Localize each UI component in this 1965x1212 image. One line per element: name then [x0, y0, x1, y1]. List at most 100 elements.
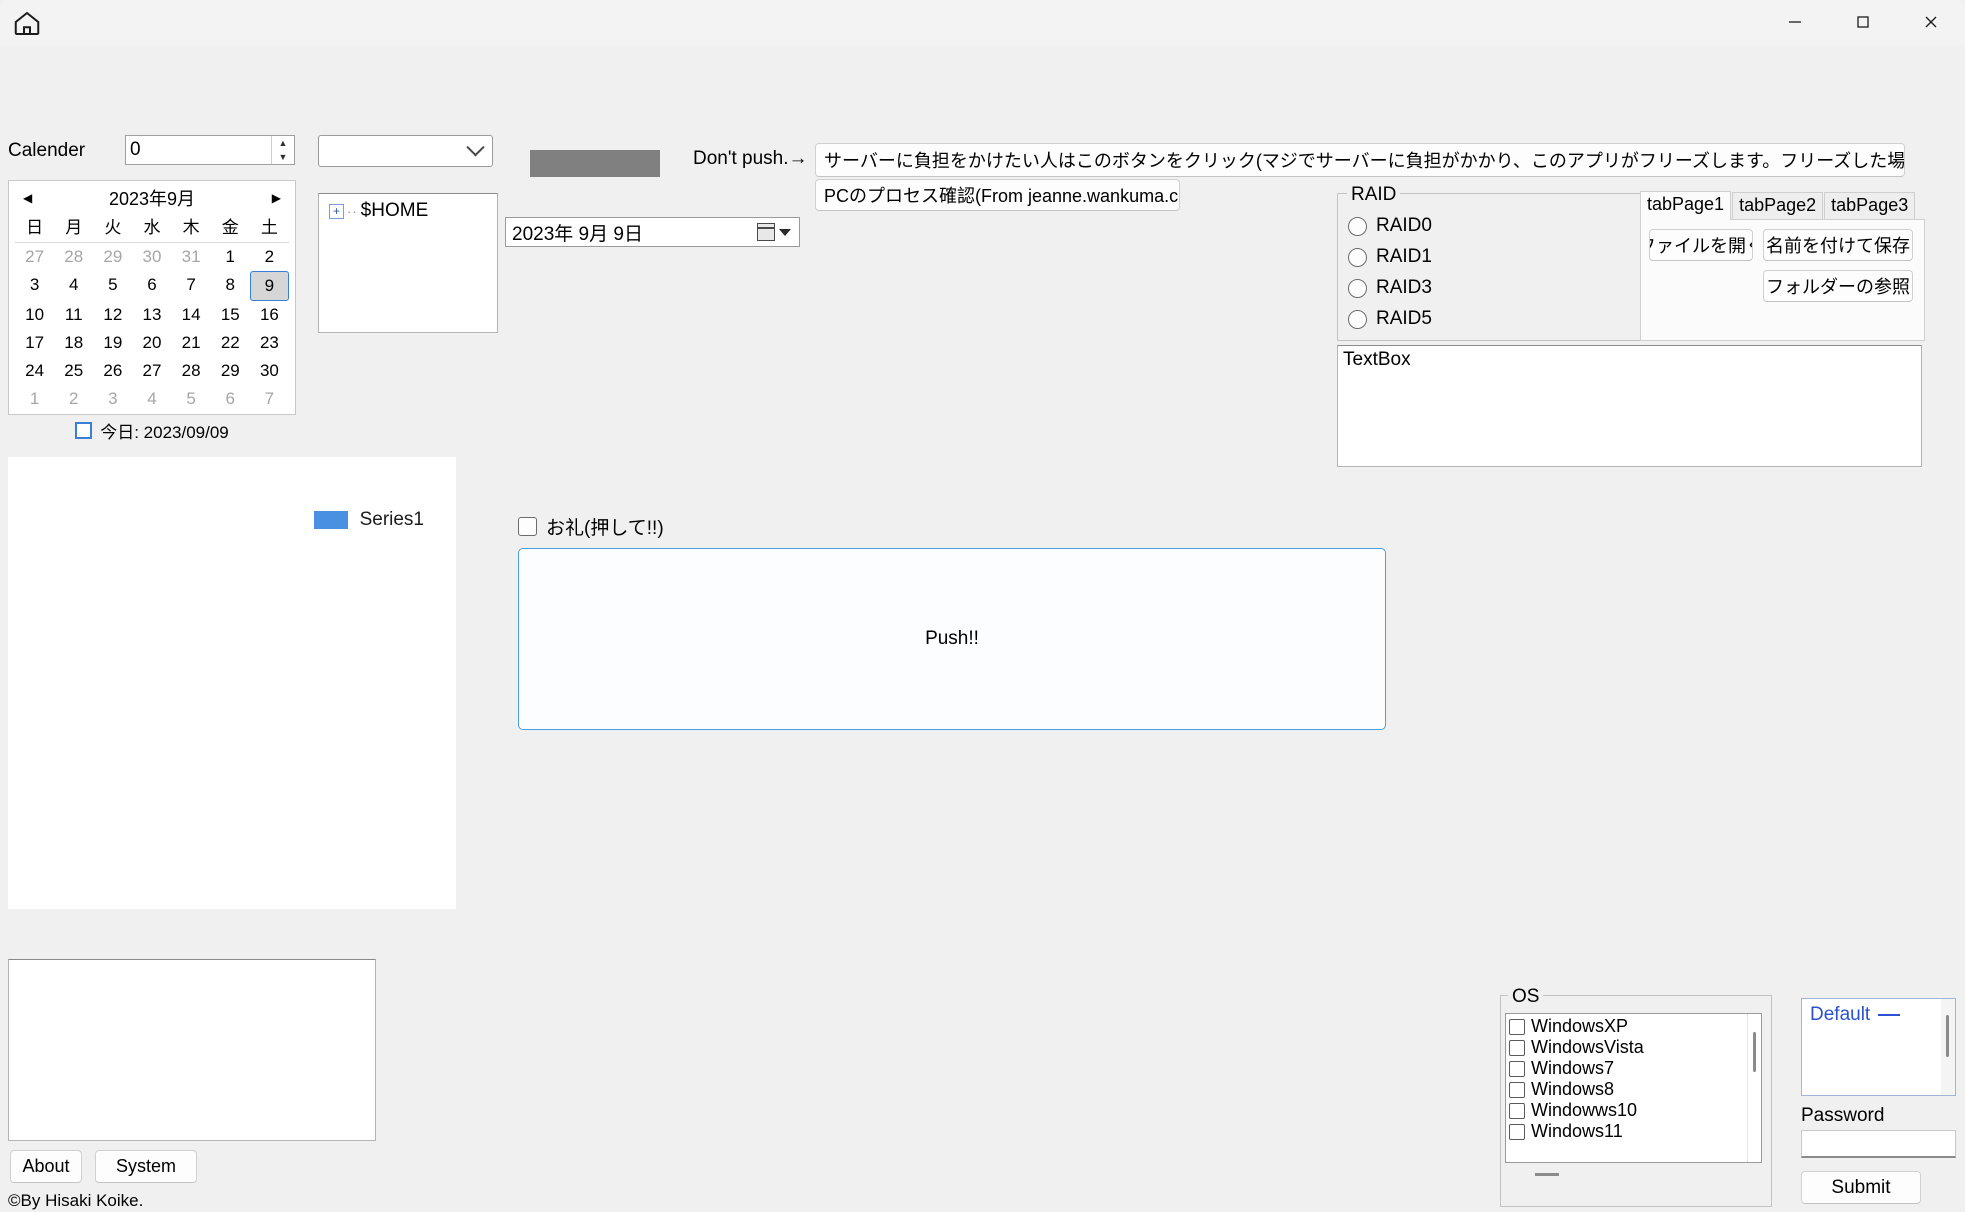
checkbox-icon[interactable]	[1509, 1039, 1525, 1056]
numeric-updown-spinner[interactable]: ▲ ▼	[271, 136, 294, 164]
calendar-day[interactable]: 27	[15, 243, 54, 271]
calendar-day[interactable]: 4	[54, 271, 93, 301]
calendar-day[interactable]: 1	[211, 243, 250, 271]
about-button[interactable]: About	[10, 1150, 82, 1183]
open-file-button[interactable]: ファイルを開く	[1649, 229, 1753, 261]
calendar-day[interactable]: 19	[93, 329, 132, 357]
treeview-node-home[interactable]: + ·· $HOME	[319, 194, 497, 222]
calendar-day[interactable]: 3	[93, 385, 132, 413]
calendar-day[interactable]: 24	[15, 357, 54, 385]
checkbox-icon[interactable]	[1509, 1060, 1525, 1077]
tab-strip[interactable]: tabPage1 tabPage2 tabPage3	[1640, 191, 1925, 220]
submit-button[interactable]: Submit	[1801, 1171, 1921, 1204]
month-calendar[interactable]: ◀ 2023年9月 ▶ 日月火水木金土 27 28 29 30 31 1 2 3 4 5 6 7 8 9 10…	[8, 180, 296, 442]
calendar-day[interactable]: 22	[211, 329, 250, 357]
checkbox-icon[interactable]	[1509, 1081, 1525, 1098]
maximize-button[interactable]	[1829, 0, 1897, 44]
calendar-day-selected[interactable]: 9	[249, 271, 289, 301]
default-listbox-inner[interactable]: Default	[1802, 999, 1941, 1095]
treeview[interactable]: + ·· $HOME	[318, 193, 498, 333]
calendar-day[interactable]: 18	[54, 329, 93, 357]
spin-up-icon[interactable]: ▲	[272, 136, 294, 150]
spin-down-icon[interactable]: ▼	[272, 150, 294, 164]
checkbox-icon[interactable]	[1509, 1018, 1525, 1035]
minimize-button[interactable]	[1761, 0, 1829, 44]
numeric-updown[interactable]: 0 ▲ ▼	[125, 135, 295, 165]
checkbox-icon[interactable]	[1509, 1123, 1525, 1140]
password-input[interactable]	[1801, 1130, 1956, 1158]
calendar-day[interactable]: 6	[132, 271, 171, 301]
calendar-day[interactable]: 1	[15, 385, 54, 413]
raid-radio-raid5[interactable]: RAID5	[1348, 308, 1432, 330]
calendar-day[interactable]: 14	[172, 301, 211, 329]
os-list-item[interactable]: Windows11	[1509, 1121, 1747, 1142]
system-button[interactable]: System	[95, 1150, 197, 1183]
calendar-day[interactable]: 2	[250, 243, 289, 271]
calendar-day[interactable]: 11	[54, 301, 93, 329]
default-listbox[interactable]: Default	[1801, 998, 1956, 1096]
os-list-item[interactable]: Windows7	[1509, 1058, 1747, 1079]
checkbox-icon[interactable]	[518, 517, 537, 536]
calendar-day[interactable]: 12	[93, 301, 132, 329]
server-load-button[interactable]: サーバーに負担をかけたい人はこのボタンをクリック(マジでサーバーに負担がかかり、…	[815, 143, 1905, 177]
calendar-day[interactable]: 17	[15, 329, 54, 357]
checkbox-icon[interactable]	[1509, 1102, 1525, 1119]
radio-icon[interactable]	[1348, 309, 1367, 329]
default-scrollbar-thumb[interactable]	[1946, 1015, 1949, 1057]
save-as-button[interactable]: 名前を付けて保存	[1763, 229, 1913, 261]
thanks-checkbox[interactable]: お礼(押して!!)	[518, 513, 664, 540]
radio-icon[interactable]	[1348, 216, 1367, 236]
calendar-day[interactable]: 28	[54, 243, 93, 271]
os-list-item[interactable]: Windows8	[1509, 1079, 1747, 1100]
tab-control[interactable]: tabPage1tabPage2tabPage3 ファイルを開く 名前を付けて保…	[1640, 191, 1925, 341]
bottom-listbox[interactable]	[8, 959, 376, 1141]
os-scrollbar-thumb[interactable]	[1753, 1032, 1756, 1072]
calendar-day[interactable]: 23	[250, 329, 289, 357]
browse-folder-button[interactable]: フォルダーの参照	[1763, 270, 1913, 302]
calendar-next-icon[interactable]: ▶	[272, 191, 281, 205]
combobox-top[interactable]	[318, 135, 493, 167]
calendar-day[interactable]: 4	[132, 385, 171, 413]
calendar-day[interactable]: 25	[54, 357, 93, 385]
calendar-day[interactable]: 30	[250, 357, 289, 385]
calendar-day[interactable]: 15	[211, 301, 250, 329]
os-items-list[interactable]: WindowsXP WindowsVista Windows7 Windows8 Win…	[1506, 1014, 1747, 1162]
calendar-day[interactable]: 3	[15, 271, 54, 301]
calendar-day[interactable]: 29	[93, 243, 132, 271]
push-button[interactable]: Push!!	[518, 548, 1386, 730]
calendar-prev-icon[interactable]: ◀	[23, 191, 32, 205]
chart-area[interactable]: Series1	[8, 457, 456, 909]
raid-radio-raid3[interactable]: RAID3	[1348, 277, 1432, 299]
close-button[interactable]	[1897, 0, 1965, 44]
raid-radio-raid0[interactable]: RAID0	[1348, 215, 1432, 237]
calendar-day[interactable]: 26	[93, 357, 132, 385]
calendar-day[interactable]: 31	[172, 243, 211, 271]
os-scrollbar[interactable]	[1747, 1014, 1761, 1162]
tab-tabpage1[interactable]: tabPage1	[1640, 191, 1732, 220]
calendar-day[interactable]: 20	[132, 329, 171, 357]
os-list-item[interactable]: WindowsVista	[1509, 1037, 1747, 1058]
calendar-day[interactable]: 30	[132, 243, 171, 271]
os-checked-listbox[interactable]: WindowsXP WindowsVista Windows7 Windows8 Win…	[1505, 1013, 1762, 1163]
calendar-day[interactable]: 16	[250, 301, 289, 329]
calendar-day[interactable]: 7	[250, 385, 289, 413]
calendar-day[interactable]: 29	[211, 357, 250, 385]
tab-tabpage2[interactable]: tabPage2	[1732, 192, 1824, 219]
calendar-day[interactable]: 27	[132, 357, 171, 385]
calendar-day[interactable]: 6	[211, 385, 250, 413]
calendar-day[interactable]: 7	[172, 271, 211, 301]
default-list-item[interactable]: Default	[1810, 1004, 1941, 1026]
date-time-picker[interactable]: 2023年 9月 9日	[505, 217, 800, 247]
os-list-item[interactable]: Windowws10	[1509, 1100, 1747, 1121]
raid-radio-group[interactable]: RAID0 RAID1 RAID3 RAID5	[1348, 215, 1432, 330]
default-scrollbar[interactable]	[1941, 999, 1955, 1095]
calendar-day[interactable]: 8	[211, 271, 250, 301]
calendar-day[interactable]: 2	[54, 385, 93, 413]
dropdown-arrow-icon[interactable]	[779, 228, 791, 236]
os-bottom-handle[interactable]	[1535, 1173, 1559, 1176]
raid-radio-raid1[interactable]: RAID1	[1348, 246, 1432, 268]
calendar-day[interactable]: 5	[93, 271, 132, 301]
calendar-day[interactable]: 5	[172, 385, 211, 413]
calendar-day[interactable]: 21	[172, 329, 211, 357]
radio-icon[interactable]	[1348, 278, 1367, 298]
